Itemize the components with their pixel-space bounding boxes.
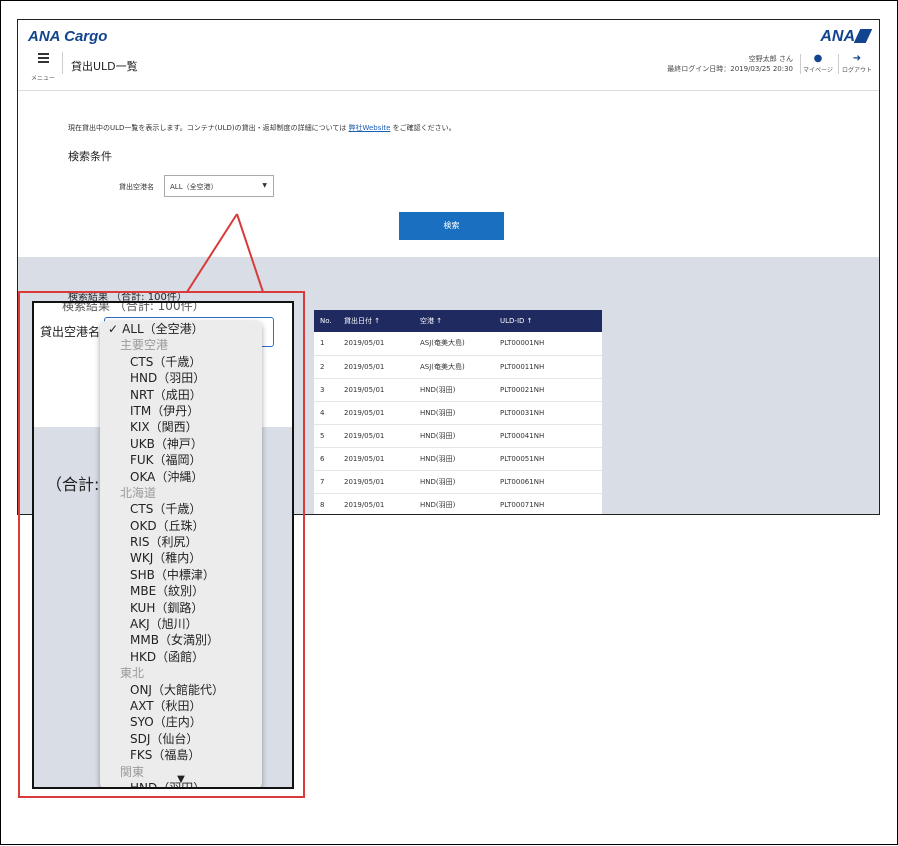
dropdown-option[interactable]: MBE（紋別）	[100, 583, 262, 599]
dropdown-option[interactable]: FKS（福島）	[100, 747, 262, 763]
dropdown-option-label: FUK（福岡）	[130, 453, 202, 468]
dropdown-option-label: AXT（秋田）	[130, 698, 202, 713]
dropdown-option-label: ITM（伊丹）	[130, 403, 200, 418]
zoom-callout: 検索結果 （合計: 100件） 貸出空港名 （合計: ✓ ALL（全空港） 主要空港…	[32, 301, 294, 789]
scroll-down-icon[interactable]: ▼	[100, 774, 262, 785]
dropdown-option[interactable]: HKD（函館）	[100, 649, 262, 665]
dropdown-option-label: UKB（神戸）	[130, 436, 203, 451]
dropdown-option[interactable]: SDJ（仙台）	[100, 731, 262, 747]
zoom-total-text: （合計:	[46, 475, 100, 494]
zoom-connector-right	[236, 213, 264, 293]
dropdown-option[interactable]: MMB（女満別）	[100, 632, 262, 648]
dropdown-option-label: AKJ（旭川）	[130, 617, 198, 632]
figure-frame: ANA Cargo ANA メニュー 貸出ULD一覧 空野太郎 さん 最終ログイ…	[0, 0, 898, 845]
dropdown-option-label: MMB（女満別）	[130, 633, 219, 648]
zoom-airport-label: 貸出空港名	[40, 325, 101, 339]
zoom-connector-left	[186, 213, 238, 293]
dropdown-option-label: WKJ（稚内）	[130, 551, 202, 566]
checkmark-icon: ✓	[108, 322, 119, 336]
dropdown-option[interactable]: KUH（釧路）	[100, 600, 262, 616]
dropdown-option[interactable]: ITM（伊丹）	[100, 403, 262, 419]
dropdown-option-label: SHB（中標津）	[130, 567, 215, 582]
dropdown-option-label: KIX（関西）	[130, 420, 198, 435]
dropdown-option-label: 東北	[120, 666, 145, 681]
dropdown-option[interactable]: CTS（千歳）	[100, 501, 262, 517]
dropdown-group-label: 東北	[100, 665, 262, 681]
dropdown-option[interactable]: SHB（中標津）	[100, 567, 262, 583]
dropdown-option-label: RIS（利尻）	[130, 535, 198, 550]
dropdown-option-label: CTS（千歳）	[130, 502, 202, 517]
dropdown-option[interactable]: OKA（沖縄）	[100, 469, 262, 485]
dropdown-option-label: 北海道	[120, 485, 157, 500]
dropdown-option[interactable]: ✓ ALL（全空港）	[100, 321, 262, 337]
dropdown-option[interactable]: CTS（千歳）	[100, 354, 262, 370]
dropdown-option[interactable]: SYO（庄内）	[100, 714, 262, 730]
dropdown-option-label: HND（羽田）	[130, 371, 206, 386]
dropdown-group-label: 北海道	[100, 485, 262, 501]
dropdown-option[interactable]: FUK（福岡）	[100, 452, 262, 468]
dropdown-option-label: NRT（成田）	[130, 387, 202, 402]
dropdown-option[interactable]: RIS（利尻）	[100, 534, 262, 550]
dropdown-option-label: KUH（釧路）	[130, 600, 204, 615]
dropdown-option-label: FKS（福島）	[130, 748, 201, 763]
dropdown-option[interactable]: KIX（関西）	[100, 419, 262, 435]
dropdown-group-label: 主要空港	[100, 337, 262, 353]
dropdown-option-label: CTS（千歳）	[130, 354, 202, 369]
dropdown-option-label: ALL（全空港）	[122, 322, 204, 336]
dropdown-option[interactable]: UKB（神戸）	[100, 436, 262, 452]
dropdown-option[interactable]: NRT（成田）	[100, 387, 262, 403]
dropdown-option-label: HKD（函館）	[130, 649, 205, 664]
dropdown-option[interactable]: ONJ（大館能代）	[100, 682, 262, 698]
dropdown-option-label: SYO（庄内）	[130, 715, 202, 730]
dropdown-option[interactable]: AKJ（旭川）	[100, 616, 262, 632]
dropdown-option[interactable]: HND（羽田）	[100, 370, 262, 386]
dropdown-option-label: OKD（丘珠）	[130, 518, 205, 533]
dropdown-option-label: SDJ（仙台）	[130, 731, 199, 746]
zoom-results-title: 検索結果 （合計: 100件）	[62, 301, 205, 313]
dropdown-option[interactable]: AXT（秋田）	[100, 698, 262, 714]
dropdown-option[interactable]: WKJ（稚内）	[100, 550, 262, 566]
dropdown-option-label: 主要空港	[120, 338, 169, 353]
dropdown-option[interactable]: OKD（丘珠）	[100, 518, 262, 534]
dropdown-option-label: OKA（沖縄）	[130, 469, 204, 484]
dropdown-option-label: MBE（紋別）	[130, 584, 205, 599]
dropdown-option-label: ONJ（大館能代）	[130, 682, 224, 697]
airport-dropdown-list[interactable]: ✓ ALL（全空港） 主要空港 CTS（千歳） HND（羽田） NRT（成田） ITM（伊丹…	[100, 321, 262, 787]
